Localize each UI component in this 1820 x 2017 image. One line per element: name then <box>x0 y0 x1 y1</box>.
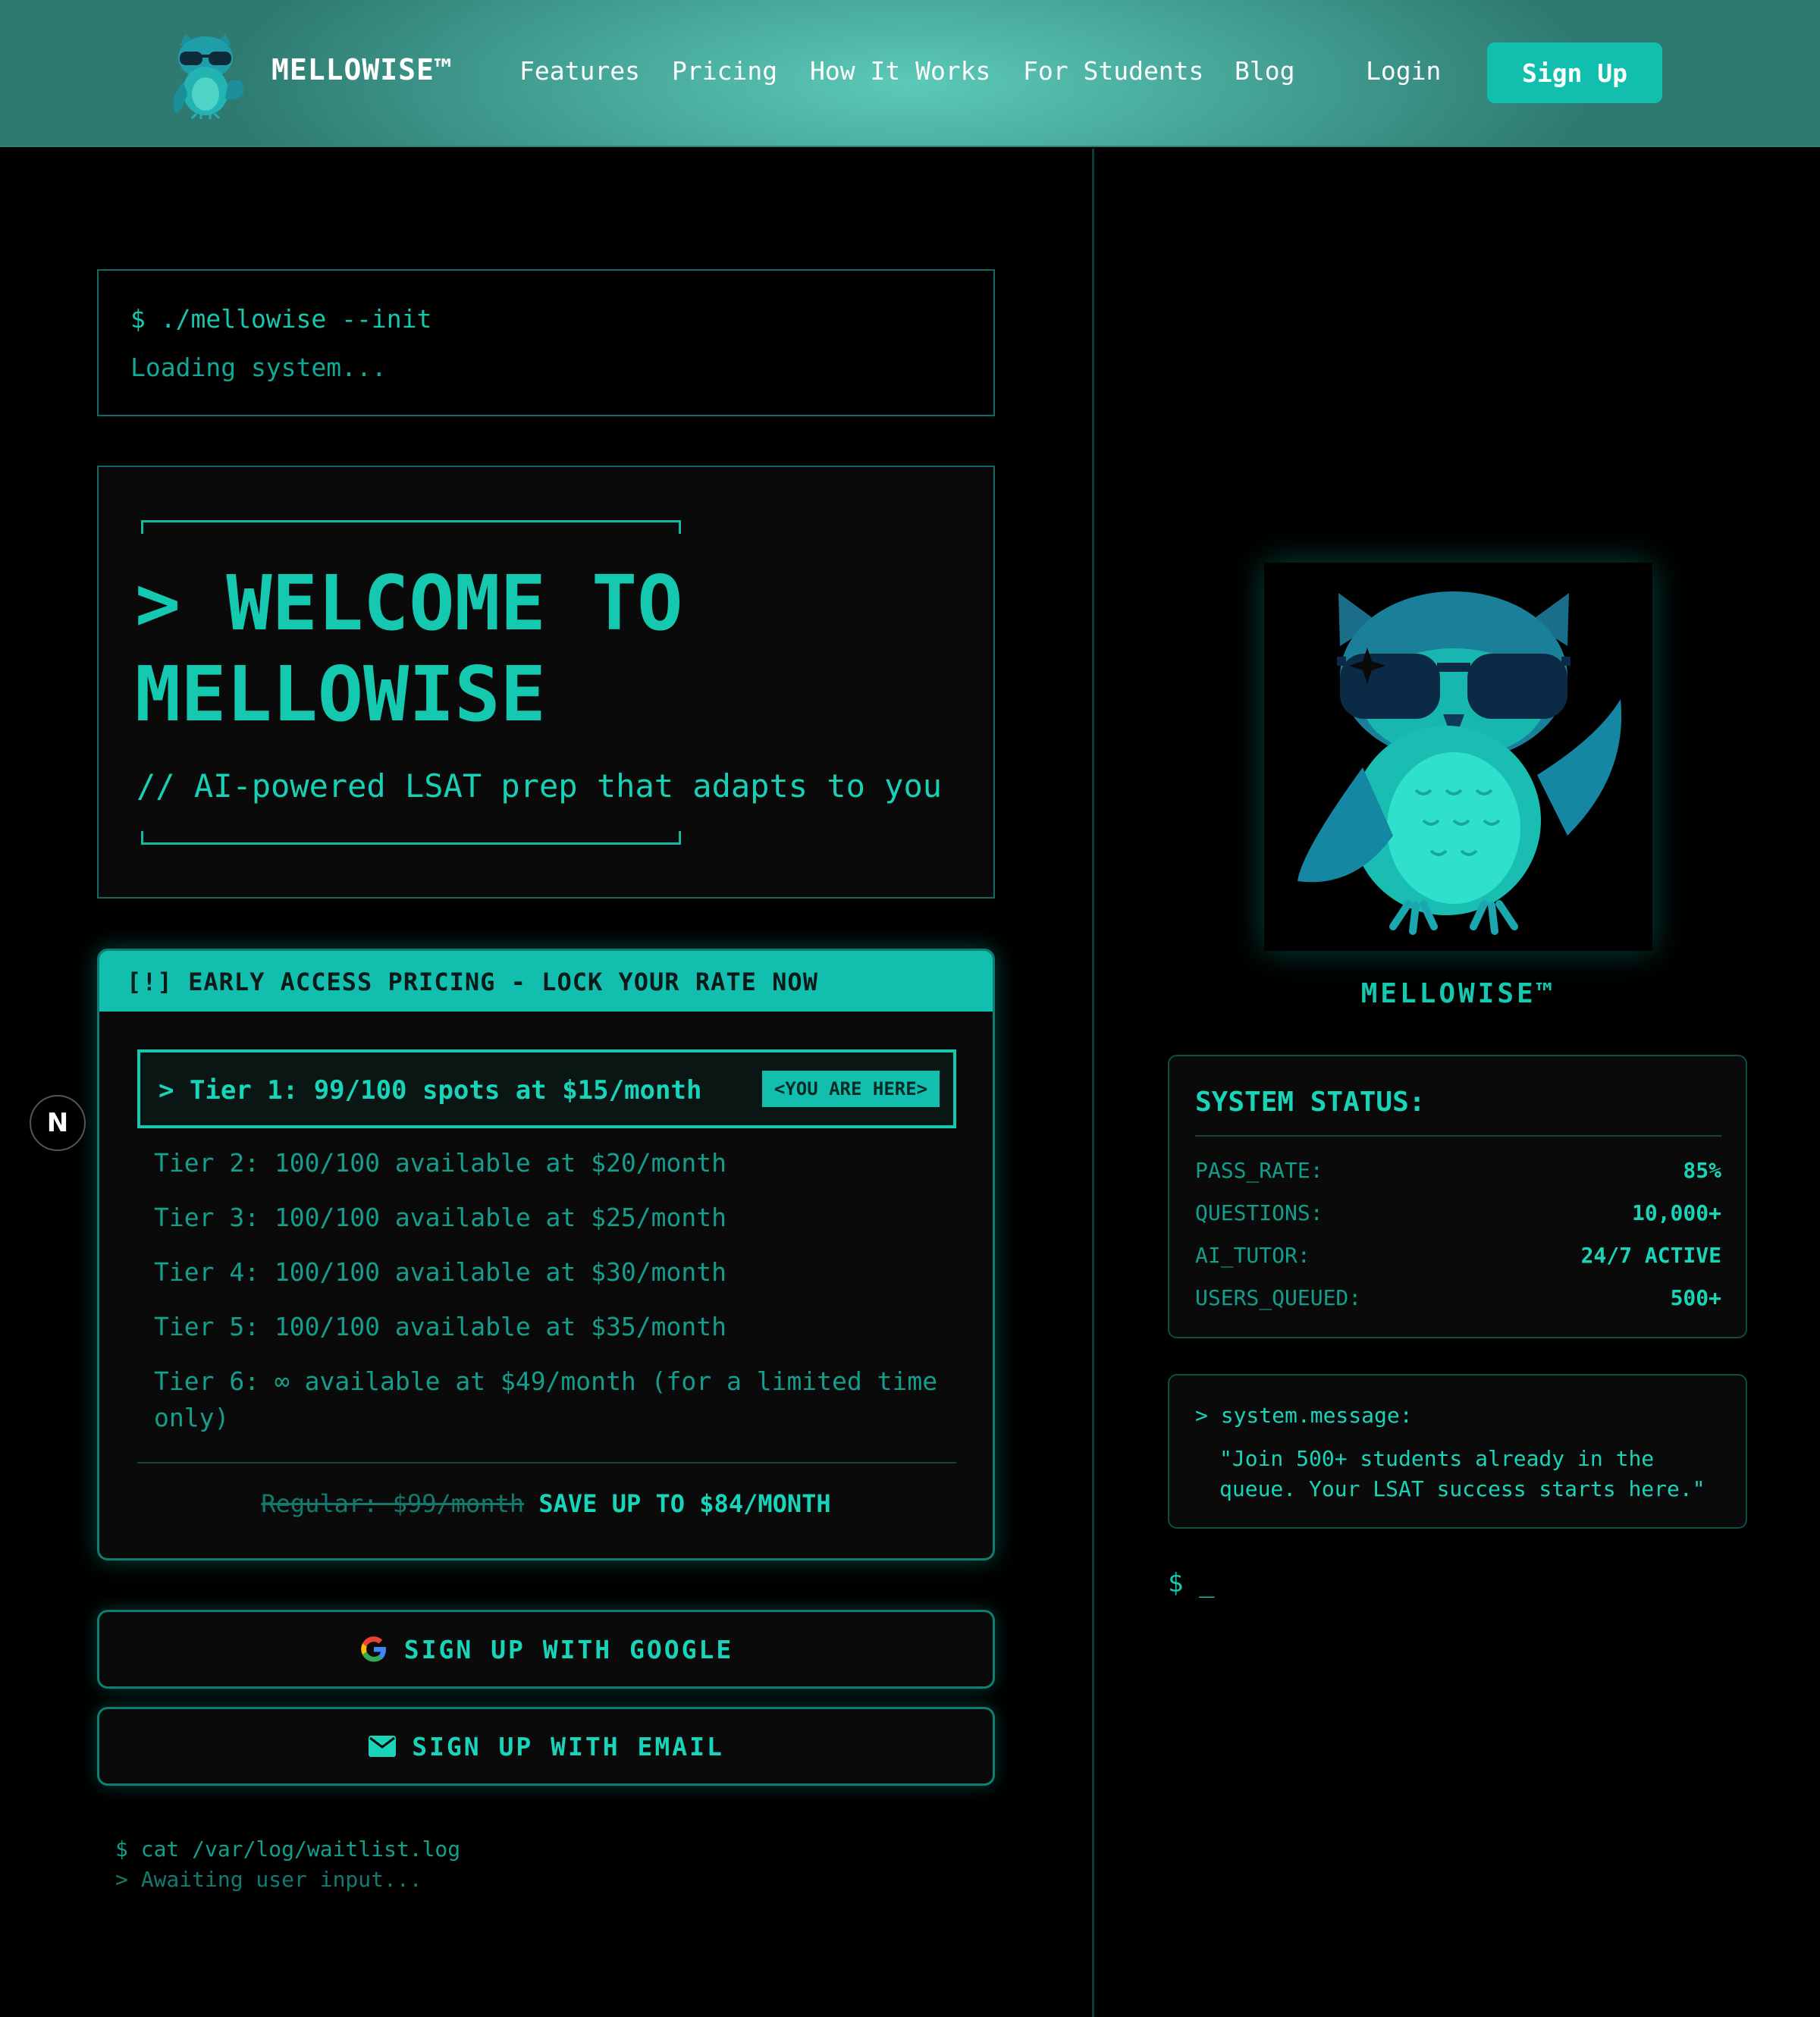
tier-2-row: Tier 2: 100/100 available at $20/month <box>154 1148 726 1178</box>
pricing-panel: [!] EARLY ACCESS PRICING - LOCK YOUR RAT… <box>97 949 995 1561</box>
system-status-panel: SYSTEM STATUS: PASS_RATE: 85% QUESTIONS:… <box>1168 1055 1747 1338</box>
status-value: 500+ <box>1670 1285 1721 1310</box>
tier-1-label: > Tier 1: 99/100 spots at $15/month <box>158 1075 702 1106</box>
status-value: 85% <box>1683 1158 1721 1183</box>
status-key: AI_TUTOR: <box>1195 1243 1310 1268</box>
nav-pricing[interactable]: Pricing <box>672 56 777 86</box>
status-row-questions: QUESTIONS: 10,000+ <box>1195 1200 1721 1231</box>
column-divider <box>1092 149 1094 2017</box>
owl-mascot-icon <box>1264 563 1652 951</box>
init-command: $ ./mellowise --init <box>130 304 432 334</box>
pricing-banner-text: [!] EARLY ACCESS PRICING - LOCK YOUR RAT… <box>127 968 818 996</box>
email-signup-button[interactable]: SIGN UP WITH EMAIL <box>97 1707 995 1786</box>
title-line-2: MELLOWISE <box>135 650 546 739</box>
pricing-banner: [!] EARLY ACCESS PRICING - LOCK YOUR RAT… <box>99 951 993 1012</box>
owl-caption: MELLOWISE™ <box>1360 978 1556 1009</box>
welcome-panel: > WELCOME TO MELLOWISE // AI-powered LSA… <box>97 466 995 899</box>
title-line-1: > WELCOME TO <box>135 559 683 648</box>
tier-6-row: Tier 6: ∞ available at $49/month (for a … <box>154 1366 938 1432</box>
tier-4-row: Tier 4: 100/100 available at $30/month <box>154 1257 726 1287</box>
pricing-divider <box>137 1462 956 1463</box>
google-signup-button[interactable]: SIGN UP WITH GOOGLE <box>97 1610 995 1689</box>
bracket-top-decoration <box>141 520 681 534</box>
terminal-prompt: $ _ <box>1168 1568 1215 1598</box>
status-row-pass-rate: PASS_RATE: 85% <box>1195 1158 1721 1188</box>
sign-up-button[interactable]: Sign Up <box>1487 42 1662 103</box>
page-title: > WELCOME TO MELLOWISE <box>135 558 954 740</box>
init-terminal: $ ./mellowise --init Loading system... <box>97 269 995 416</box>
tier-3-row: Tier 3: 100/100 available at $25/month <box>154 1203 726 1232</box>
system-message-panel: > system.message: "Join 500+ students al… <box>1168 1374 1747 1529</box>
email-icon <box>369 1736 397 1757</box>
system-message-head: > system.message: <box>1195 1403 1413 1428</box>
google-signup-content: SIGN UP WITH GOOGLE <box>99 1612 993 1686</box>
email-signup-label: SIGN UP WITH EMAIL <box>412 1731 724 1761</box>
brand-name[interactable]: MELLOWISE™ <box>271 53 453 86</box>
tier-5-row: Tier 5: 100/100 available at $35/month <box>154 1312 726 1341</box>
hero-owl-image <box>1264 563 1652 951</box>
awaiting-input-text: > Awaiting user input... <box>115 1867 422 1892</box>
email-signup-content: SIGN UP WITH EMAIL <box>99 1709 993 1783</box>
status-row-users-queued: USERS_QUEUED: 500+ <box>1195 1285 1721 1316</box>
status-divider <box>1195 1135 1721 1137</box>
tier-1-active[interactable]: > Tier 1: 99/100 spots at $15/month <YOU… <box>137 1049 956 1128</box>
nav-features[interactable]: Features <box>519 56 640 86</box>
pricing-footer: Regular: $99/month SAVE UP TO $84/MONTH <box>99 1489 993 1518</box>
bracket-bottom-decoration <box>141 831 681 845</box>
status-key: PASS_RATE: <box>1195 1158 1323 1183</box>
top-nav-bar: MELLOWISE™ Features Pricing How It Works… <box>0 0 1820 147</box>
nav-login[interactable]: Login <box>1366 56 1441 86</box>
next-dev-badge[interactable]: N <box>30 1095 86 1151</box>
system-message-body: "Join 500+ students already in the queue… <box>1219 1446 1705 1501</box>
nav-how-it-works[interactable]: How It Works <box>810 56 990 86</box>
nav-for-students[interactable]: For Students <box>1023 56 1203 86</box>
you-are-here-badge: <YOU ARE HERE> <box>762 1071 940 1107</box>
nav-blog[interactable]: Blog <box>1235 56 1294 86</box>
status-value: 10,000+ <box>1631 1200 1721 1225</box>
google-signup-label: SIGN UP WITH GOOGLE <box>403 1634 734 1664</box>
owl-logo-icon[interactable] <box>163 29 248 120</box>
status-key: QUESTIONS: <box>1195 1200 1323 1225</box>
google-icon <box>360 1636 386 1662</box>
system-status-title: SYSTEM STATUS: <box>1195 1087 1426 1118</box>
status-key: USERS_QUEUED: <box>1195 1285 1362 1310</box>
waitlist-log-command: $ cat /var/log/waitlist.log <box>115 1837 461 1862</box>
status-row-ai-tutor: AI_TUTOR: 24/7 ACTIVE <box>1195 1243 1721 1273</box>
status-value: 24/7 ACTIVE <box>1580 1243 1721 1268</box>
regular-price: Regular: $99/month <box>261 1489 525 1518</box>
loading-text: Loading system... <box>130 353 387 382</box>
savings-text: SAVE UP TO $84/MONTH <box>538 1489 831 1518</box>
page-subtitle: // AI-powered LSAT prep that adapts to y… <box>136 767 943 805</box>
